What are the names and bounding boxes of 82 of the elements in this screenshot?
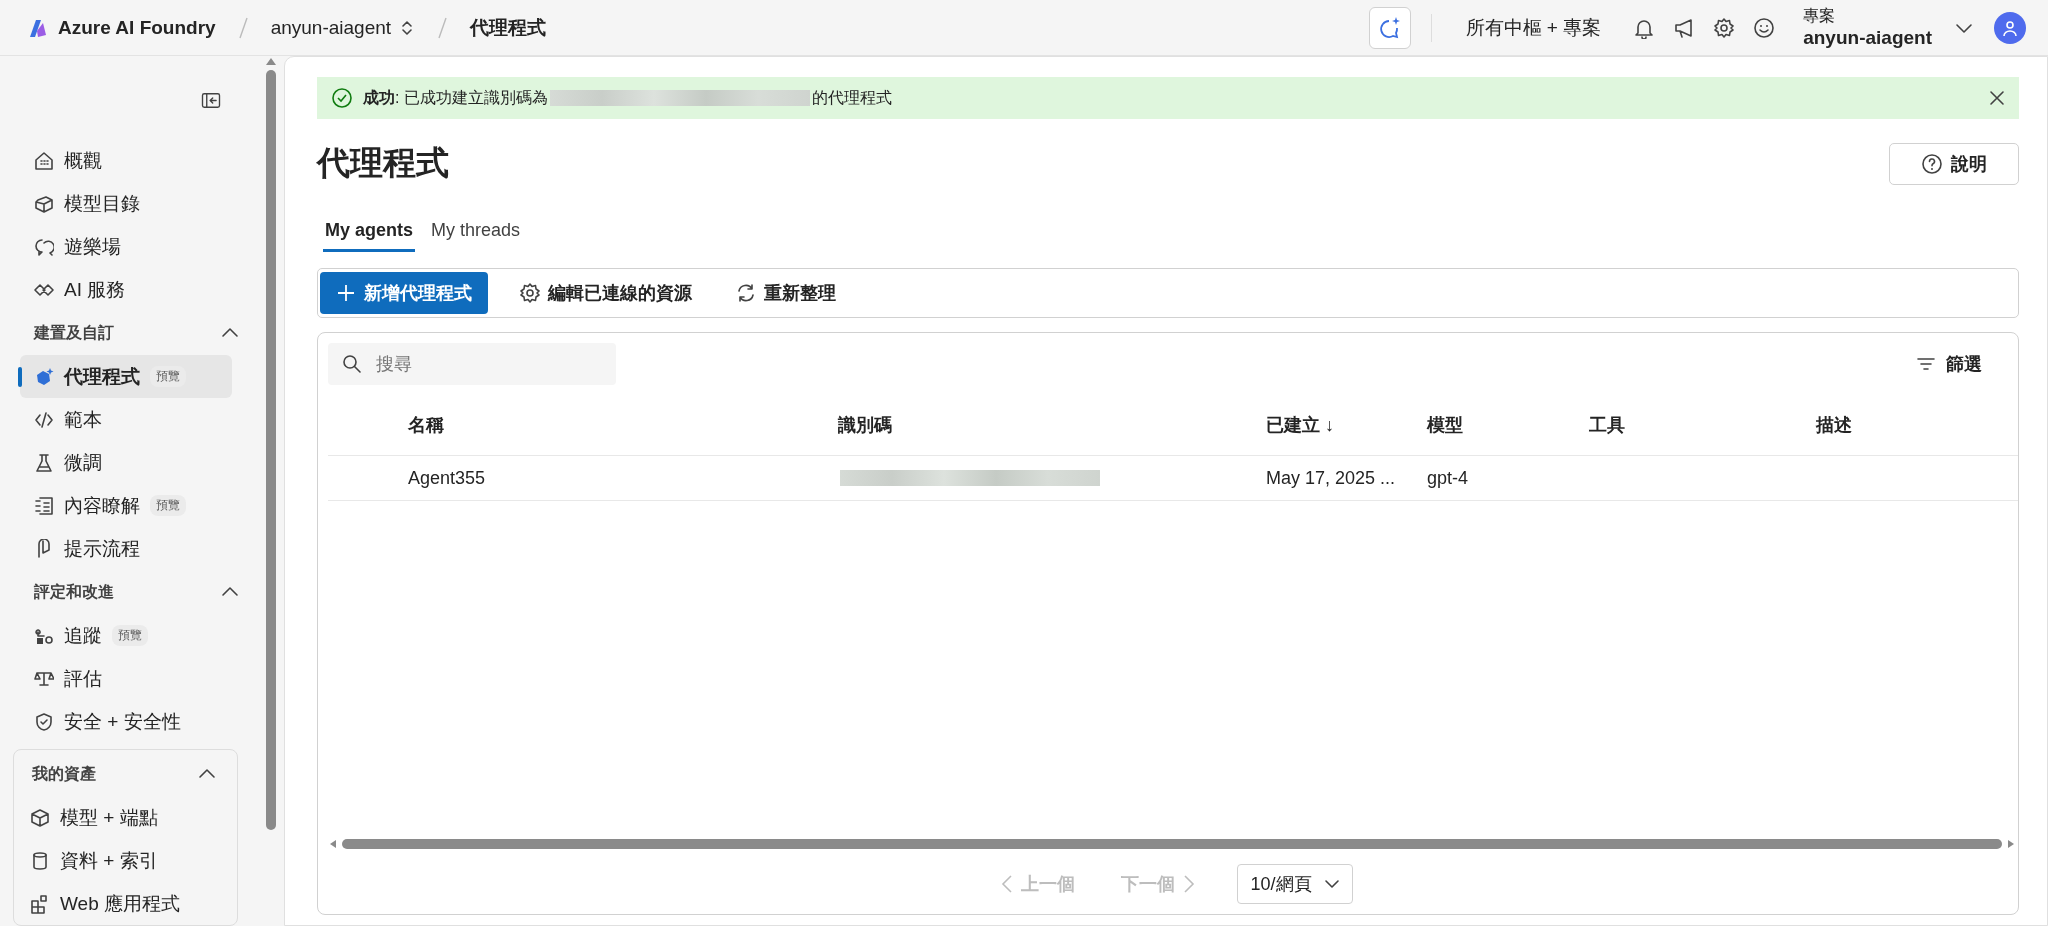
breadcrumb-current: 代理程式 bbox=[470, 15, 547, 40]
document-list-icon bbox=[34, 495, 54, 516]
search-icon bbox=[342, 354, 362, 374]
cube-icon bbox=[34, 193, 54, 214]
chevron-down-icon bbox=[1323, 877, 1340, 891]
avatar[interactable] bbox=[1994, 11, 2026, 44]
sidebar-item-label: 內容瞭解 bbox=[64, 493, 140, 518]
database-icon bbox=[30, 850, 50, 871]
smiley-icon[interactable] bbox=[1753, 16, 1776, 39]
sidebar-item[interactable]: 代理程式 預覽 bbox=[20, 355, 232, 398]
table-cell-text: May 17, 2025 ... bbox=[1266, 466, 1397, 490]
tab[interactable]: My threads bbox=[429, 212, 523, 252]
column-header[interactable]: 工具 bbox=[1589, 413, 1816, 437]
sidebar-item[interactable]: 範本 bbox=[20, 398, 232, 441]
scroll-right-icon bbox=[2006, 839, 2016, 849]
sidebar-item[interactable]: 微調 bbox=[20, 441, 232, 484]
brand-name[interactable]: Azure AI Foundry bbox=[58, 16, 216, 39]
cube-icon bbox=[30, 807, 50, 828]
help-icon bbox=[1921, 152, 1943, 175]
sidebar-item[interactable]: 安全 + 安全性 bbox=[20, 700, 232, 743]
new-agent-button[interactable]: 新增代理程式 bbox=[320, 272, 488, 314]
sidebar-item[interactable]: 內容瞭解 預覽 bbox=[20, 484, 232, 527]
sidebar-item[interactable]: 模型 + 端點 bbox=[14, 796, 237, 839]
filter-button[interactable]: 篩選 bbox=[1910, 351, 1988, 377]
sidebar-item-label: 代理程式 bbox=[64, 364, 140, 389]
plus-icon bbox=[336, 283, 356, 303]
sidebar-item[interactable]: AI 服務 bbox=[20, 268, 232, 311]
column-header[interactable]: 名稱 bbox=[408, 413, 838, 437]
chat-icon bbox=[34, 236, 54, 257]
table-cell[interactable]: Agent355 bbox=[408, 456, 838, 500]
preview-badge: 預覽 bbox=[150, 366, 186, 387]
breadcrumb-separator bbox=[437, 16, 449, 39]
scroll-left-icon bbox=[328, 839, 338, 849]
sparkle-hexagon-icon bbox=[34, 366, 54, 387]
sidebar-item-label: 追蹤 bbox=[64, 623, 102, 648]
sidebar-item[interactable]: 追蹤 預覽 bbox=[20, 614, 232, 657]
flask-icon bbox=[34, 452, 54, 473]
sidebar-item[interactable]: 概觀 bbox=[20, 139, 232, 182]
column-header[interactable]: 已建立 ↓ bbox=[1266, 413, 1427, 437]
preview-badge: 預覽 bbox=[150, 495, 186, 516]
scroll-up-icon bbox=[265, 56, 277, 66]
column-header[interactable]: 識別碼 bbox=[838, 413, 1266, 437]
close-icon[interactable] bbox=[1989, 90, 2005, 106]
preview-badge: 預覽 bbox=[112, 625, 148, 646]
chevron-left-icon bbox=[999, 874, 1014, 894]
sidebar-item[interactable]: 遊樂場 bbox=[20, 225, 232, 268]
tab[interactable]: My agents bbox=[323, 212, 416, 252]
project-switcher[interactable]: anyun-aiagent bbox=[270, 16, 416, 39]
sidebar-section-title[interactable]: 建置及自訂 bbox=[34, 322, 114, 344]
page-title: 代理程式 bbox=[317, 143, 449, 183]
banner-message: 的代理程式 bbox=[811, 87, 892, 108]
project-label: 專案 bbox=[1803, 6, 1837, 26]
sidebar-section-title[interactable]: 評定和改進 bbox=[34, 581, 114, 603]
home-icon bbox=[34, 150, 54, 171]
edit-resources-button[interactable]: 編輯已連線的資源 bbox=[508, 272, 704, 314]
sidebar-section-title[interactable]: 我的資產 bbox=[32, 763, 96, 785]
hub-link[interactable]: 所有中樞 + 專案 bbox=[1459, 13, 1608, 42]
sidebar-item[interactable]: Web 應用程式 bbox=[14, 882, 237, 925]
column-header[interactable]: 描述 bbox=[1816, 413, 2018, 437]
check-circle-icon bbox=[331, 87, 353, 109]
column-header[interactable]: 模型 bbox=[1427, 413, 1589, 437]
apps-icon bbox=[30, 893, 50, 914]
table-cell-text: gpt-4 bbox=[1427, 466, 1470, 490]
sidebar-item[interactable]: 提示流程 bbox=[20, 527, 232, 570]
collapse-sidebar-icon[interactable] bbox=[200, 92, 222, 109]
sidebar-item[interactable]: 評估 bbox=[20, 657, 232, 700]
help-button[interactable]: 說明 bbox=[1889, 142, 2019, 185]
refresh-button[interactable]: 重新整理 bbox=[724, 272, 848, 314]
sidebar-item[interactable]: 模型目錄 bbox=[20, 182, 232, 225]
copilot-button[interactable] bbox=[1368, 6, 1411, 49]
sidebar-item[interactable]: 資料 + 索引 bbox=[14, 839, 237, 882]
banner-message: 成功: 已成功建立識別碼為 bbox=[363, 87, 548, 108]
code-icon bbox=[34, 409, 54, 430]
settings-icon[interactable] bbox=[1713, 16, 1736, 39]
project-name[interactable]: anyun-aiagent bbox=[1803, 27, 1932, 49]
search-field[interactable]: 搜尋 bbox=[328, 343, 616, 385]
shield-check-icon bbox=[34, 711, 54, 732]
refresh-icon bbox=[736, 283, 756, 303]
page-size-dropdown[interactable]: 10/網頁 bbox=[1237, 864, 1353, 904]
settings-icon bbox=[520, 283, 540, 303]
breadcrumb-separator bbox=[237, 16, 249, 39]
person-icon bbox=[2002, 19, 2018, 36]
